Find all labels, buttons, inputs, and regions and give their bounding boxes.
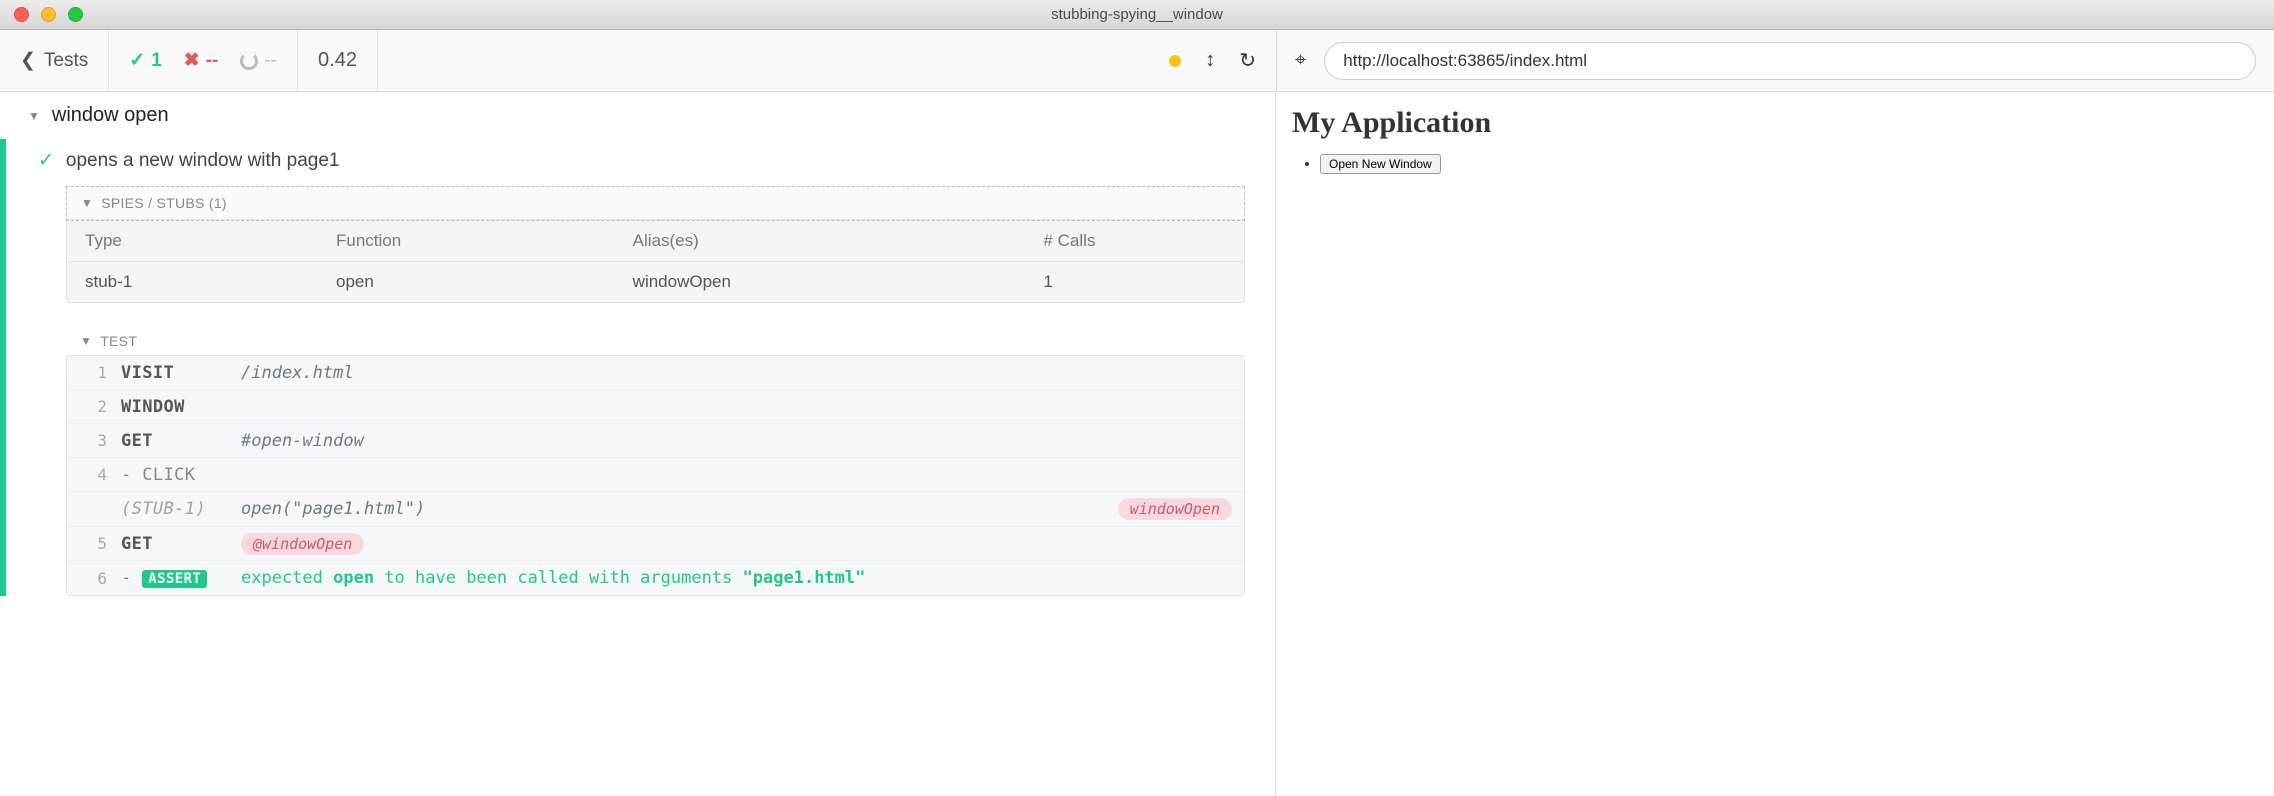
col-function: Function: [336, 231, 633, 251]
test-name: opens a new window with page1: [66, 150, 340, 172]
back-label: Tests: [44, 50, 88, 72]
spies-table-header: Type Function Alias(es) # Calls: [67, 221, 1244, 262]
selector-playground-icon[interactable]: ⌖: [1295, 49, 1306, 72]
main-split: ▼ window open ✓ opens a new window with …: [0, 92, 2274, 796]
alias-pill: windowOpen: [1118, 498, 1232, 520]
open-new-window-button[interactable]: Open New Window: [1320, 154, 1441, 174]
command-log: ▼ TEST 1 VISIT /index.html 2 WINDOW: [66, 327, 1245, 596]
reload-icon[interactable]: ↻: [1239, 48, 1256, 73]
passed-count: ✓ 1: [129, 49, 162, 72]
app-list: Open New Window: [1292, 154, 2258, 174]
spies-table-row[interactable]: stub-1 open windowOpen 1: [67, 262, 1244, 302]
spinner-icon: [240, 52, 258, 70]
test-stats: ✓ 1 ✖ -- --: [109, 30, 298, 91]
failed-count: ✖ --: [184, 49, 219, 72]
pending-count: --: [240, 50, 277, 72]
back-to-tests-button[interactable]: ❮ Tests: [0, 30, 109, 91]
command-row-visit[interactable]: 1 VISIT /index.html: [67, 356, 1244, 390]
duration: 0.42: [298, 30, 378, 91]
command-row-get[interactable]: 3 GET #open-window: [67, 424, 1244, 458]
command-row-get-alias[interactable]: 5 GET @windowOpen: [67, 527, 1244, 561]
suite-name: window open: [52, 104, 169, 127]
spies-header-label: SPIES / STUBS (1): [101, 195, 227, 211]
caret-down-icon: ▼: [81, 196, 93, 210]
spies-table: Type Function Alias(es) # Calls stub-1 o…: [66, 221, 1245, 303]
command-row-stub[interactable]: (STUB-1) open("page1.html") windowOpen: [67, 492, 1244, 527]
app-heading: My Application: [1292, 106, 2258, 140]
command-log-pane: ▼ window open ✓ opens a new window with …: [0, 92, 1276, 796]
status-dot-icon: [1169, 55, 1181, 67]
command-list: 1 VISIT /index.html 2 WINDOW 3 GET: [66, 355, 1245, 596]
window-title: stubbing-spying__window: [0, 6, 2274, 23]
command-row-assert[interactable]: 6 - ASSERT expected open to have been ca…: [67, 561, 1244, 595]
col-alias: Alias(es): [633, 231, 1044, 251]
runner-toolbar: ❮ Tests ✓ 1 ✖ -- -- 0.42 ↕ ↻ ⌖ http://lo…: [0, 30, 2274, 92]
command-row-click[interactable]: 4 - CLICK: [67, 458, 1244, 492]
url-text: http://localhost:63865/index.html: [1343, 51, 1587, 71]
assert-badge: ASSERT: [142, 570, 207, 588]
col-calls: # Calls: [1043, 231, 1226, 251]
url-input[interactable]: http://localhost:63865/index.html: [1324, 42, 2256, 80]
assert-message: expected open to have been called with a…: [241, 568, 1232, 588]
col-type: Type: [85, 231, 336, 251]
test-title[interactable]: ✓ opens a new window with page1: [6, 139, 1275, 186]
command-log-header[interactable]: ▼ TEST: [66, 327, 1245, 355]
url-toolbar: ⌖ http://localhost:63865/index.html: [1276, 30, 2274, 91]
alias-pill: @windowOpen: [241, 533, 364, 555]
viewport-scale-icon[interactable]: ↕: [1205, 49, 1215, 72]
spies-stubs-header[interactable]: ▼ SPIES / STUBS (1): [66, 186, 1245, 221]
check-icon: ✓: [38, 149, 54, 172]
caret-down-icon: ▼: [28, 109, 40, 123]
x-icon: ✖: [184, 49, 200, 72]
mac-titlebar: stubbing-spying__window: [0, 0, 2274, 30]
list-item: Open New Window: [1320, 154, 2258, 174]
test-row: ✓ opens a new window with page1 ▼ SPIES …: [0, 139, 1275, 596]
suite-header[interactable]: ▼ window open: [0, 92, 1275, 139]
app-preview-pane: My Application Open New Window: [1276, 92, 2274, 796]
toolbar-right-controls: ↕ ↻: [378, 30, 1276, 91]
check-icon: ✓: [129, 49, 145, 72]
chevron-left-icon: ❮: [20, 49, 36, 72]
command-row-window[interactable]: 2 WINDOW: [67, 390, 1244, 424]
caret-down-icon: ▼: [80, 334, 92, 348]
